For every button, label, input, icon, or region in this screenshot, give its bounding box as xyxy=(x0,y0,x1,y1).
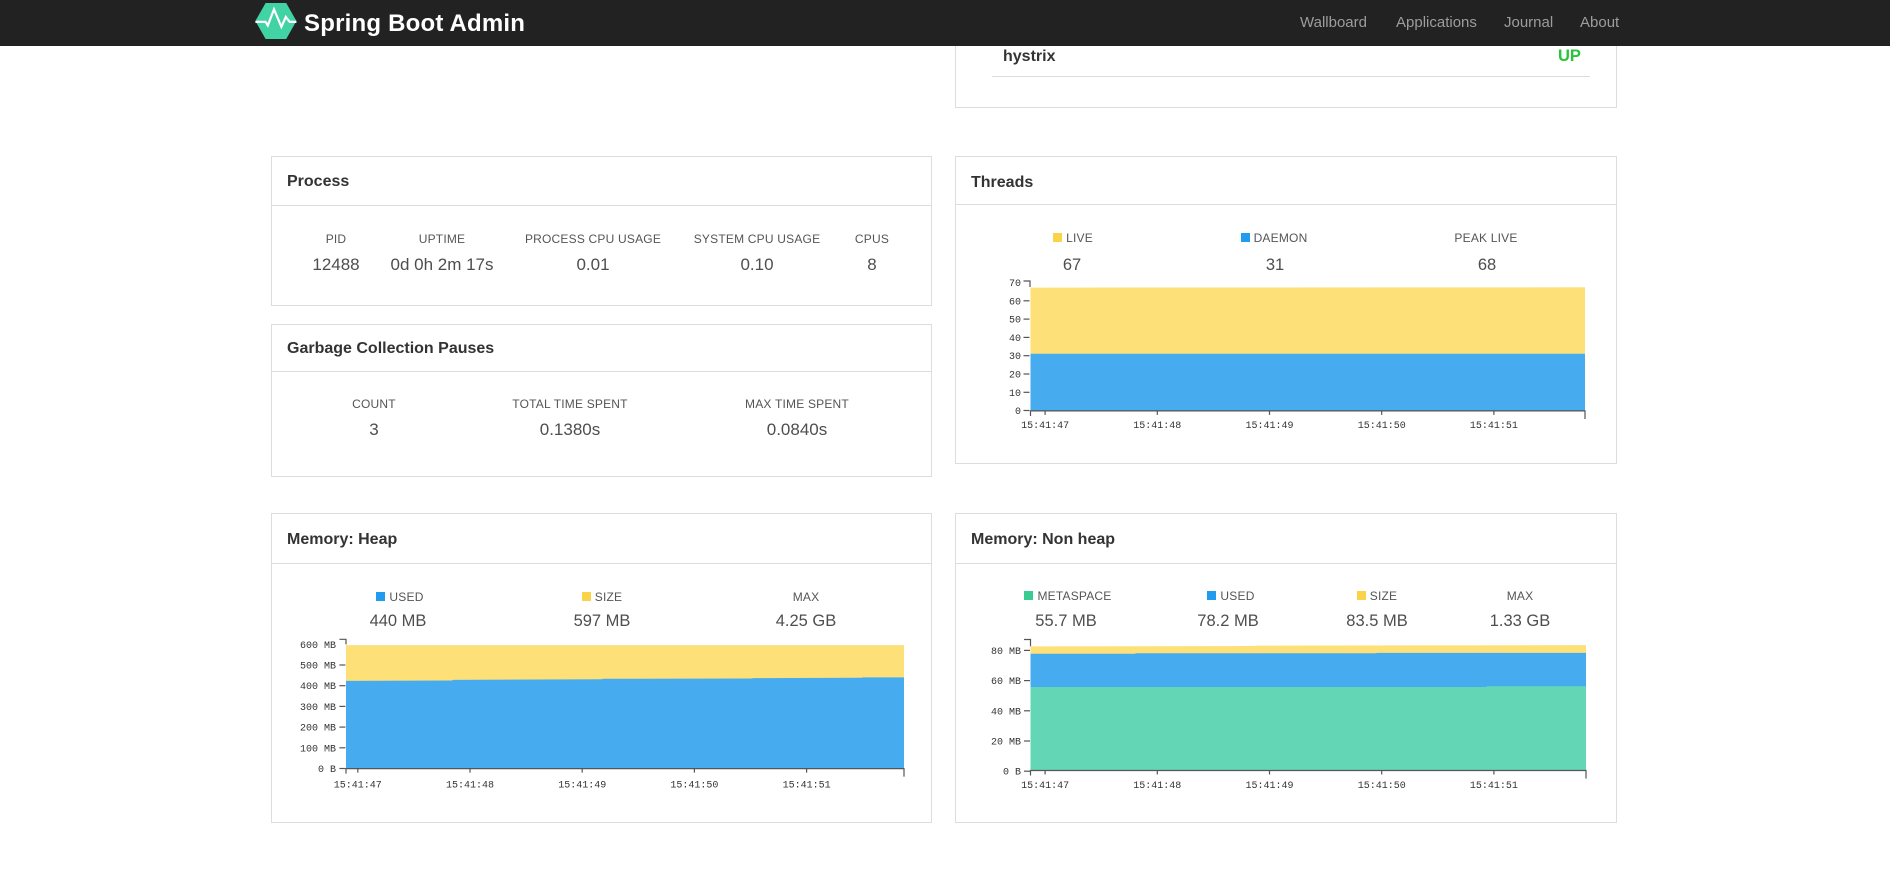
svg-text:200 MB: 200 MB xyxy=(300,724,336,735)
svg-text:15:41:50: 15:41:50 xyxy=(1358,781,1406,792)
svg-text:50: 50 xyxy=(1009,316,1021,327)
svg-text:15:41:47: 15:41:47 xyxy=(334,781,382,792)
svg-text:15:41:47: 15:41:47 xyxy=(1021,421,1069,432)
svg-text:15:41:49: 15:41:49 xyxy=(1245,781,1293,792)
svg-text:500 MB: 500 MB xyxy=(300,662,336,673)
svg-text:20: 20 xyxy=(1009,371,1021,382)
svg-text:15:41:47: 15:41:47 xyxy=(1021,781,1069,792)
svg-text:300 MB: 300 MB xyxy=(300,703,336,714)
svg-text:60 MB: 60 MB xyxy=(991,677,1021,688)
svg-text:20 MB: 20 MB xyxy=(991,738,1021,749)
svg-text:15:41:51: 15:41:51 xyxy=(1470,781,1518,792)
svg-text:80 MB: 80 MB xyxy=(991,647,1021,658)
svg-text:40 MB: 40 MB xyxy=(991,707,1021,718)
svg-text:0 B: 0 B xyxy=(1003,768,1021,779)
svg-text:15:41:51: 15:41:51 xyxy=(1470,421,1518,432)
svg-text:15:41:51: 15:41:51 xyxy=(783,781,831,792)
svg-text:15:41:50: 15:41:50 xyxy=(1358,421,1406,432)
svg-text:15:41:48: 15:41:48 xyxy=(446,781,494,792)
svg-text:60: 60 xyxy=(1009,297,1021,308)
svg-text:0: 0 xyxy=(1015,407,1021,418)
svg-text:15:41:49: 15:41:49 xyxy=(558,781,606,792)
svg-text:400 MB: 400 MB xyxy=(300,682,336,693)
svg-text:15:41:48: 15:41:48 xyxy=(1133,781,1181,792)
svg-text:100 MB: 100 MB xyxy=(300,744,336,755)
svg-text:600 MB: 600 MB xyxy=(300,641,336,652)
svg-text:70: 70 xyxy=(1009,279,1021,290)
svg-text:40: 40 xyxy=(1009,334,1021,345)
svg-text:0 B: 0 B xyxy=(318,765,336,776)
svg-text:15:41:49: 15:41:49 xyxy=(1245,421,1293,432)
svg-text:30: 30 xyxy=(1009,352,1021,363)
svg-text:10: 10 xyxy=(1009,389,1021,400)
svg-text:15:41:48: 15:41:48 xyxy=(1133,421,1181,432)
svg-text:15:41:50: 15:41:50 xyxy=(670,781,718,792)
